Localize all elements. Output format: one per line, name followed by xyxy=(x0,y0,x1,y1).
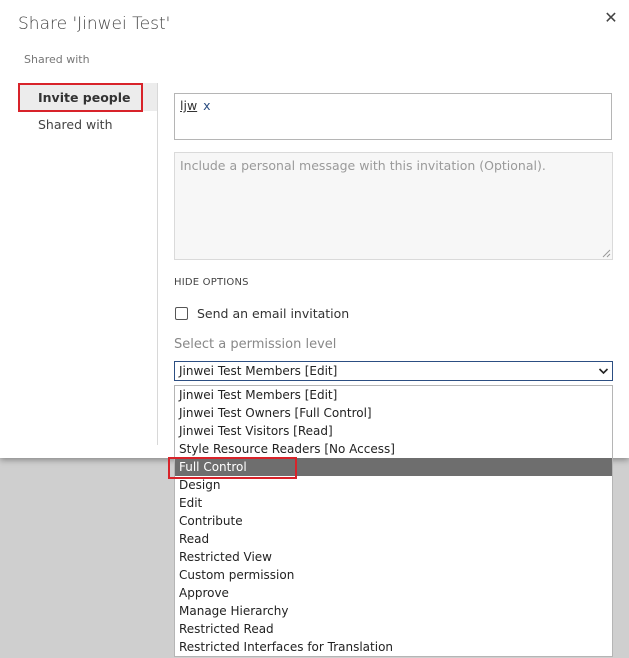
email-invitation-checkbox[interactable] xyxy=(175,307,188,320)
permission-option[interactable]: Restricted Interfaces for Translation xyxy=(175,638,612,656)
permission-dropdown-list: Jinwei Test Members [Edit] Jinwei Test O… xyxy=(174,385,613,657)
permission-selected-value: Jinwei Test Members [Edit] xyxy=(179,364,338,378)
resize-grip-icon[interactable] xyxy=(601,248,611,258)
chevron-down-icon[interactable] xyxy=(598,362,609,386)
people-picker-input[interactable]: ljw x xyxy=(174,93,612,140)
nav-item-invite-people[interactable]: Invite people xyxy=(18,83,158,112)
permission-option[interactable]: Manage Hierarchy xyxy=(175,602,612,620)
permission-option[interactable]: Contribute xyxy=(175,512,612,530)
permission-option[interactable]: Design xyxy=(175,476,612,494)
nav-item-label: Invite people xyxy=(18,83,143,112)
permission-option[interactable]: Restricted View xyxy=(175,548,612,566)
dialog-title: Share 'Jinwei Test' xyxy=(18,14,171,34)
nav-item-shared-with[interactable]: Shared with xyxy=(18,111,158,139)
permission-select[interactable]: Jinwei Test Members [Edit] xyxy=(174,361,613,381)
permission-option[interactable]: Jinwei Test Owners [Full Control] xyxy=(175,404,612,422)
permission-option[interactable]: Jinwei Test Visitors [Read] xyxy=(175,422,612,440)
close-icon[interactable]: ✕ xyxy=(601,8,621,28)
person-token: ljw xyxy=(180,98,198,113)
email-invitation-row: Send an email invitation xyxy=(175,306,349,321)
permission-option[interactable]: Restricted Read xyxy=(175,620,612,638)
personal-message-textarea[interactable]: Include a personal message with this inv… xyxy=(174,152,613,260)
nav-item-label: Shared with xyxy=(38,117,113,132)
remove-person-button[interactable]: x xyxy=(203,98,210,113)
permission-option[interactable]: Style Resource Readers [No Access] xyxy=(175,440,612,458)
email-invitation-label[interactable]: Send an email invitation xyxy=(197,306,349,321)
permission-option[interactable]: Edit xyxy=(175,494,612,512)
permission-option[interactable]: Custom permission xyxy=(175,566,612,584)
side-nav: Invite people Shared with xyxy=(18,83,158,139)
permission-option[interactable]: Approve xyxy=(175,584,612,602)
permission-option-full-control[interactable]: Full Control xyxy=(175,458,612,476)
permission-option[interactable]: Jinwei Test Members [Edit] xyxy=(175,386,612,404)
permission-level-label: Select a permission level xyxy=(174,337,337,352)
hide-options-link[interactable]: HIDE OPTIONS xyxy=(174,277,249,288)
vertical-divider xyxy=(157,83,158,445)
dialog-subtitle: Shared with xyxy=(24,53,90,66)
permission-option[interactable]: Read xyxy=(175,530,612,548)
